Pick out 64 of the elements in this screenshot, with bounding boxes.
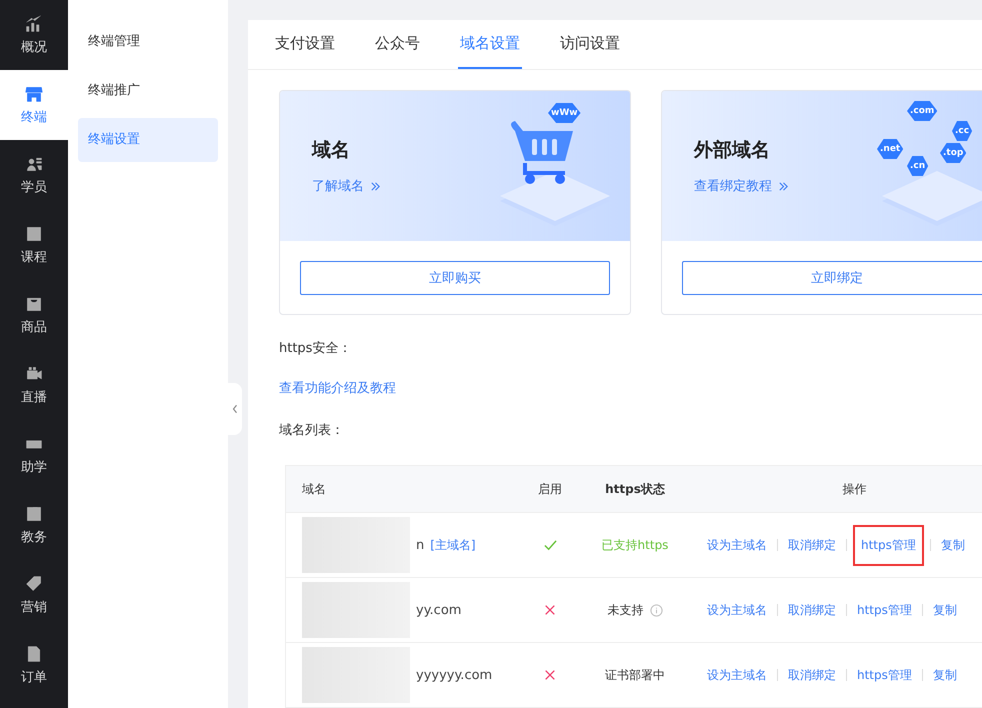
tutorial-link[interactable]: 查看功能介绍及教程 — [279, 379, 396, 397]
action-link[interactable]: 设为主域名 — [703, 662, 771, 688]
primary-domain-link[interactable]: [主域名] — [430, 536, 476, 554]
action-link[interactable]: 复制 — [936, 532, 969, 558]
domain-text: yy.com — [416, 602, 462, 618]
nav-item[interactable]: 订单 — [0, 630, 68, 700]
action-link[interactable]: https管理 — [853, 596, 916, 624]
hexagon-badge: wWw — [548, 103, 581, 123]
card-title: 外部域名 — [694, 138, 771, 163]
action-link[interactable]: 取消绑定 — [784, 662, 840, 688]
card-title: 域名 — [312, 138, 351, 163]
card-link[interactable]: 查看绑定教程 — [694, 179, 772, 194]
https-status: 已支持https — [602, 536, 668, 554]
action-link[interactable]: https管理 — [853, 662, 916, 688]
nav-item[interactable]: 教务 — [0, 490, 68, 560]
hexagon-badge: .com — [907, 101, 938, 121]
column-header: 域名 — [301, 480, 327, 498]
nav-item[interactable]: 学员 — [0, 140, 68, 210]
chevron-left-icon — [232, 404, 238, 414]
card-button[interactable]: 立即购买 — [300, 260, 610, 294]
column-header: 启用 — [537, 480, 563, 498]
action-link[interactable]: 复制 — [928, 596, 961, 624]
https-label: https安全： — [279, 340, 352, 357]
action-link[interactable]: 取消绑定 — [784, 596, 840, 624]
action-link[interactable]: 复制 — [928, 662, 961, 688]
nav-icon — [24, 504, 44, 524]
card-link[interactable]: 了解域名 — [312, 179, 364, 194]
list-label: 域名列表： — [279, 422, 345, 439]
column-header: https状态 — [604, 480, 666, 498]
tab[interactable]: 公众号 — [373, 20, 422, 69]
double-chevron-icon — [778, 180, 789, 192]
tab[interactable]: 支付设置 — [273, 20, 337, 69]
https-status: 证书部署中 — [605, 666, 665, 684]
action-link[interactable]: 设为主域名 — [703, 596, 771, 624]
https-status: 未支持 — [608, 602, 644, 618]
nav-item[interactable]: 营销 — [0, 560, 68, 630]
column-header: 操作 — [842, 480, 868, 498]
nav-icon — [24, 224, 44, 244]
hexagon-badge: .cn — [907, 156, 928, 176]
domain-text: n — [416, 538, 424, 552]
action-link[interactable]: 设为主域名 — [703, 532, 771, 558]
nav-item[interactable]: 直播 — [0, 350, 68, 420]
hexagon-badge: .top — [940, 143, 966, 163]
collapse-handle[interactable] — [228, 383, 242, 435]
subnav-item[interactable]: 终端设置 — [78, 118, 218, 162]
nav-icon — [24, 84, 44, 104]
domain-text: yyyyyy.com — [416, 668, 492, 682]
nav-item[interactable]: 终端 — [0, 70, 68, 140]
subnav-item[interactable]: 终端推广 — [78, 69, 218, 113]
action-link[interactable]: 取消绑定 — [784, 532, 840, 558]
double-chevron-icon — [370, 180, 381, 192]
subnav-item[interactable]: 终端管理 — [78, 20, 218, 64]
tab[interactable]: 访问设置 — [558, 20, 622, 69]
nav-item[interactable]: 概况 — [0, 0, 68, 70]
card-button[interactable]: 立即绑定 — [682, 260, 982, 294]
nav-item[interactable]: 助学 — [0, 420, 68, 490]
nav-item[interactable]: 课程 — [0, 210, 68, 280]
info-icon[interactable] — [650, 604, 662, 616]
hexagon-badge: .cc — [952, 121, 972, 141]
nav-icon — [24, 574, 44, 594]
hexagon-badge: .net — [877, 139, 904, 159]
nav-item[interactable]: 商品 — [0, 280, 68, 350]
tab[interactable]: 域名设置 — [458, 20, 522, 69]
action-link[interactable]: https管理 — [853, 524, 924, 566]
